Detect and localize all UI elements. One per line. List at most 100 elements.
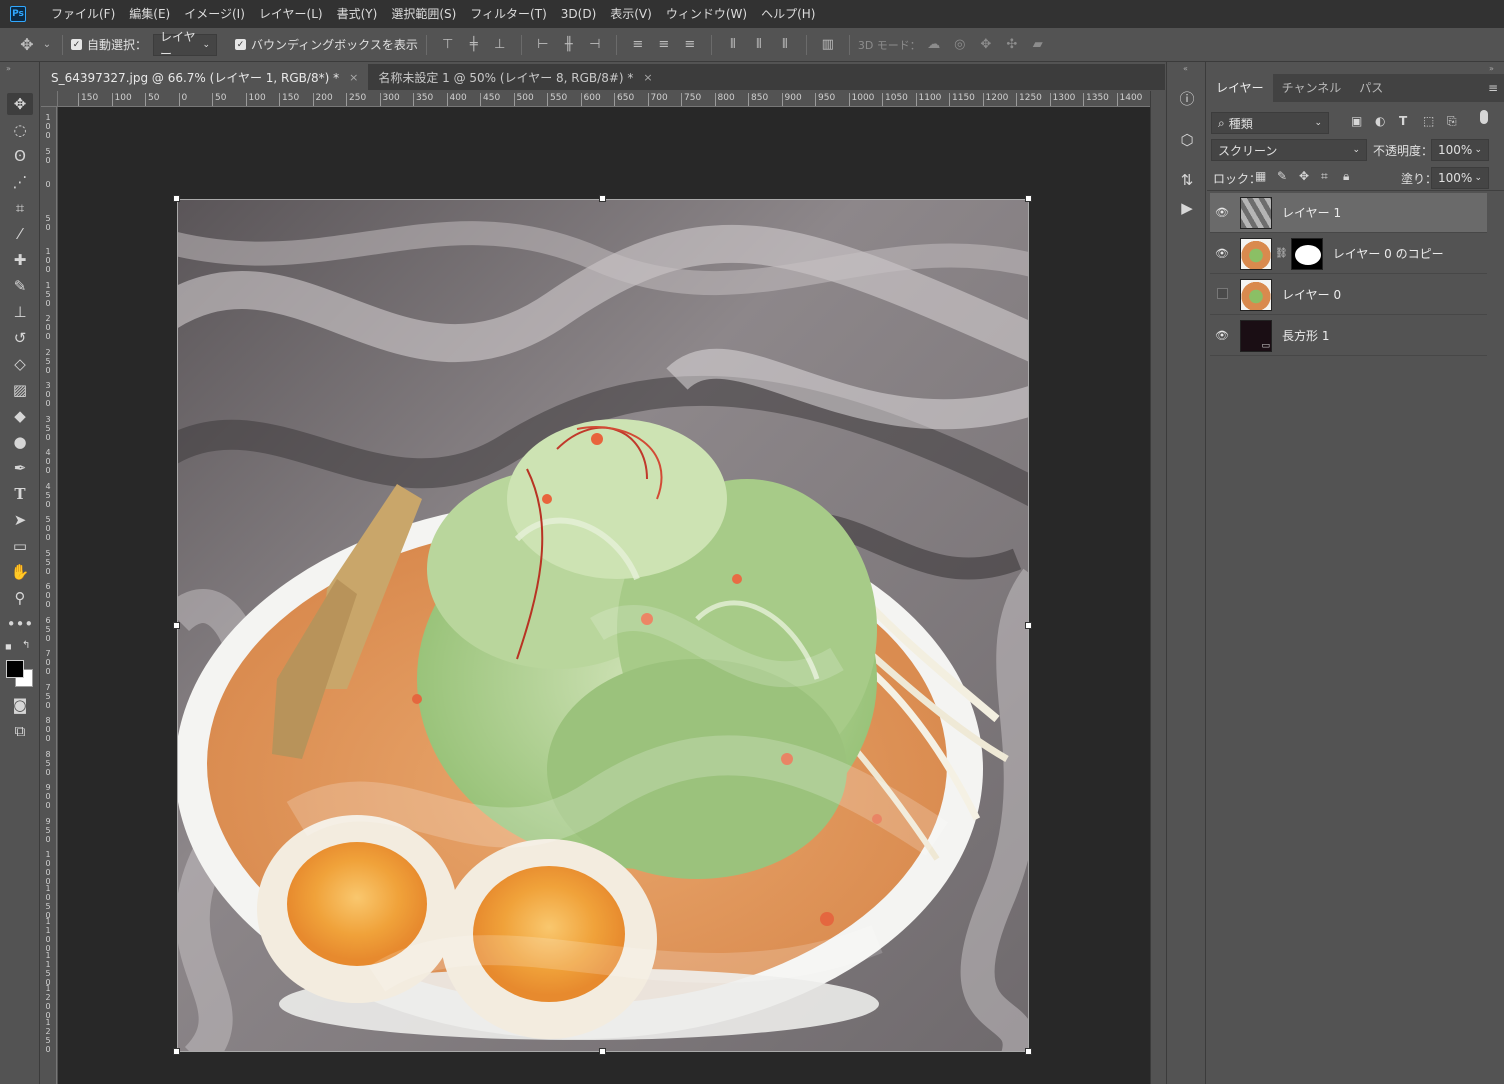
3d-orbit-icon[interactable]: ☁ <box>921 37 947 52</box>
distribute-bottom-icon[interactable]: ≡ <box>677 37 703 52</box>
layer-name[interactable]: レイヤー 1 <box>1282 204 1341 221</box>
filter-toggle-icon[interactable] <box>1480 110 1488 124</box>
zoom-icon[interactable]: ⚲ <box>7 587 33 609</box>
vertical-scrollbar[interactable] <box>1150 91 1165 1084</box>
gradient-icon[interactable]: ▨ <box>7 379 33 401</box>
menu-edit[interactable]: 編集(E) <box>122 0 177 28</box>
transform-bounding-box[interactable] <box>177 199 1029 1052</box>
tab-channels[interactable]: チャンネル <box>1273 74 1351 102</box>
transform-handle[interactable] <box>599 195 606 202</box>
layer-filter-dropdown[interactable]: ⌕ 種類 ⌄ <box>1211 112 1329 134</box>
align-bottom-icon[interactable]: ⊥ <box>487 37 513 52</box>
3d-slide-icon[interactable]: ✣ <box>999 37 1025 52</box>
filter-smart-object-icon[interactable]: ⎘ <box>1447 114 1457 129</box>
fill-field[interactable]: 100% ⌄ <box>1431 167 1489 189</box>
tab-layers[interactable]: レイヤー <box>1207 74 1273 102</box>
menu-file[interactable]: ファイル(F) <box>44 0 122 28</box>
transform-handle[interactable] <box>173 1048 180 1055</box>
path-selection-icon[interactable]: ➤ <box>7 509 33 531</box>
transform-handle[interactable] <box>599 1048 606 1055</box>
eraser-icon[interactable]: ◇ <box>7 353 33 375</box>
menu-select[interactable]: 選択範囲(S) <box>384 0 463 28</box>
quick-selection-icon[interactable]: ⋰ <box>7 171 33 193</box>
auto-select-checkbox[interactable]: ✓ <box>71 39 82 50</box>
visibility-eye-icon[interactable]: 👁︎ <box>1210 206 1234 219</box>
align-right-icon[interactable]: ⊣ <box>582 37 608 52</box>
tab-paths[interactable]: パス <box>1350 74 1392 102</box>
3d-scale-icon[interactable]: ▰ <box>1025 37 1051 52</box>
healing-brush-icon[interactable]: ✚ <box>7 249 33 271</box>
layer-name[interactable]: レイヤー 0 のコピー <box>1333 245 1444 262</box>
filter-shape-icon[interactable]: ⬚ <box>1423 114 1434 128</box>
info-icon[interactable]: ⓘ <box>1175 86 1199 110</box>
default-colors-icon[interactable]: ◼ <box>5 642 12 651</box>
filter-type-icon[interactable]: T <box>1399 114 1407 128</box>
align-vertical-center-icon[interactable]: ╪ <box>461 37 487 52</box>
layer-row[interactable]: レイヤー 0 <box>1210 275 1487 315</box>
visibility-eye-icon[interactable]: 👁︎ <box>1210 247 1234 260</box>
align-horizontal-center-icon[interactable]: ╫ <box>556 37 582 52</box>
menu-help[interactable]: ヘルプ(H) <box>754 0 822 28</box>
transform-handle[interactable] <box>173 195 180 202</box>
filter-pixel-icon[interactable]: ▣ <box>1351 114 1362 128</box>
layer-row[interactable]: 👁︎ レイヤー 1 <box>1210 193 1487 233</box>
menu-view[interactable]: 表示(V) <box>603 0 659 28</box>
eyedropper-icon[interactable]: ⁄ <box>7 223 33 245</box>
foreground-color-swatch[interactable] <box>6 660 24 678</box>
menu-layer[interactable]: レイヤー(L) <box>252 0 330 28</box>
blur-icon[interactable]: ◆ <box>7 405 33 427</box>
canvas[interactable] <box>58 107 1150 1084</box>
transform-handle[interactable] <box>173 622 180 629</box>
lock-position-icon[interactable]: ✥ <box>1299 169 1309 183</box>
transform-handle[interactable] <box>1025 195 1032 202</box>
panel-menu-icon[interactable]: ≡ <box>1488 74 1498 102</box>
hand-icon[interactable]: ✋ <box>7 561 33 583</box>
transform-handle[interactable] <box>1025 1048 1032 1055</box>
lock-artboard-icon[interactable]: ⌗ <box>1321 169 1328 184</box>
blend-mode-dropdown[interactable]: スクリーン ⌄ <box>1211 139 1367 161</box>
layer-name[interactable]: 長方形 1 <box>1282 327 1329 344</box>
menu-filter[interactable]: フィルター(T) <box>463 0 553 28</box>
history-brush-icon[interactable]: ↺ <box>7 327 33 349</box>
move-tool-icon[interactable]: ✥ <box>7 93 33 115</box>
clone-stamp-icon[interactable]: ⊥ <box>7 301 33 323</box>
horizontal-ruler[interactable]: 150 100 50 0 50 100 150 200 250 300 350 400 450 500 55… <box>58 91 1150 107</box>
pen-icon[interactable]: ✒ <box>7 457 33 479</box>
align-top-icon[interactable]: ⊤ <box>435 37 461 52</box>
actions-play-icon[interactable]: ▶ <box>1175 196 1199 220</box>
link-icon[interactable]: ⛓ <box>1275 248 1288 259</box>
type-icon[interactable]: T <box>7 483 33 505</box>
distribute-right-icon[interactable]: ⦀ <box>772 37 798 52</box>
3d-panel-icon[interactable]: ⬡ <box>1175 128 1199 152</box>
align-left-icon[interactable]: ⊢ <box>530 37 556 52</box>
layer-name[interactable]: レイヤー 0 <box>1282 286 1341 303</box>
document-tab[interactable]: S_64397327.jpg @ 66.7% (レイヤー 1, RGB/8*) … <box>41 64 369 90</box>
close-icon[interactable]: × <box>643 71 652 84</box>
history-icon[interactable]: ⇅ <box>1175 168 1199 192</box>
crop-icon[interactable]: ⌗ <box>7 197 33 219</box>
distribute-top-icon[interactable]: ≡ <box>625 37 651 52</box>
menu-3d[interactable]: 3D(D) <box>554 0 603 28</box>
filter-adjustment-icon[interactable]: ◐ <box>1375 114 1385 128</box>
distribute-horizontal-center-icon[interactable]: ⦀ <box>746 37 772 52</box>
opacity-field[interactable]: 100% ⌄ <box>1431 139 1489 161</box>
lock-all-icon[interactable]: 🔒︎ <box>1343 169 1349 184</box>
menu-type[interactable]: 書式(Y) <box>330 0 385 28</box>
close-icon[interactable]: × <box>349 71 358 84</box>
lasso-icon[interactable]: ʘ <box>7 145 33 167</box>
auto-select-dropdown[interactable]: レイヤー ⌄ <box>153 30 218 61</box>
layer-row[interactable]: 👁︎ ⛓ レイヤー 0 のコピー <box>1210 234 1487 274</box>
3d-pan-icon[interactable]: ✥ <box>973 37 999 52</box>
elliptical-marquee-icon[interactable]: ◌ <box>7 119 33 141</box>
lock-transparent-icon[interactable]: ▦ <box>1255 169 1266 183</box>
collapse-icon[interactable]: » <box>1489 64 1494 73</box>
layer-mask-thumbnail[interactable] <box>1290 237 1323 270</box>
collapse-icon[interactable]: » <box>6 64 11 73</box>
rectangle-icon[interactable]: ▭ <box>7 535 33 557</box>
swap-colors-icon[interactable]: ↰ <box>22 640 30 651</box>
menu-image[interactable]: イメージ(I) <box>177 0 252 28</box>
collapse-icon[interactable]: « <box>1183 64 1188 73</box>
layer-row[interactable]: 👁︎ ▭ 長方形 1 <box>1210 316 1487 356</box>
vertical-ruler[interactable]: 100 50 0 50 100 150 200 250 300 350 400 450 500 550 60… <box>41 107 57 1084</box>
visibility-eye-icon[interactable]: 👁︎ <box>1210 329 1234 342</box>
